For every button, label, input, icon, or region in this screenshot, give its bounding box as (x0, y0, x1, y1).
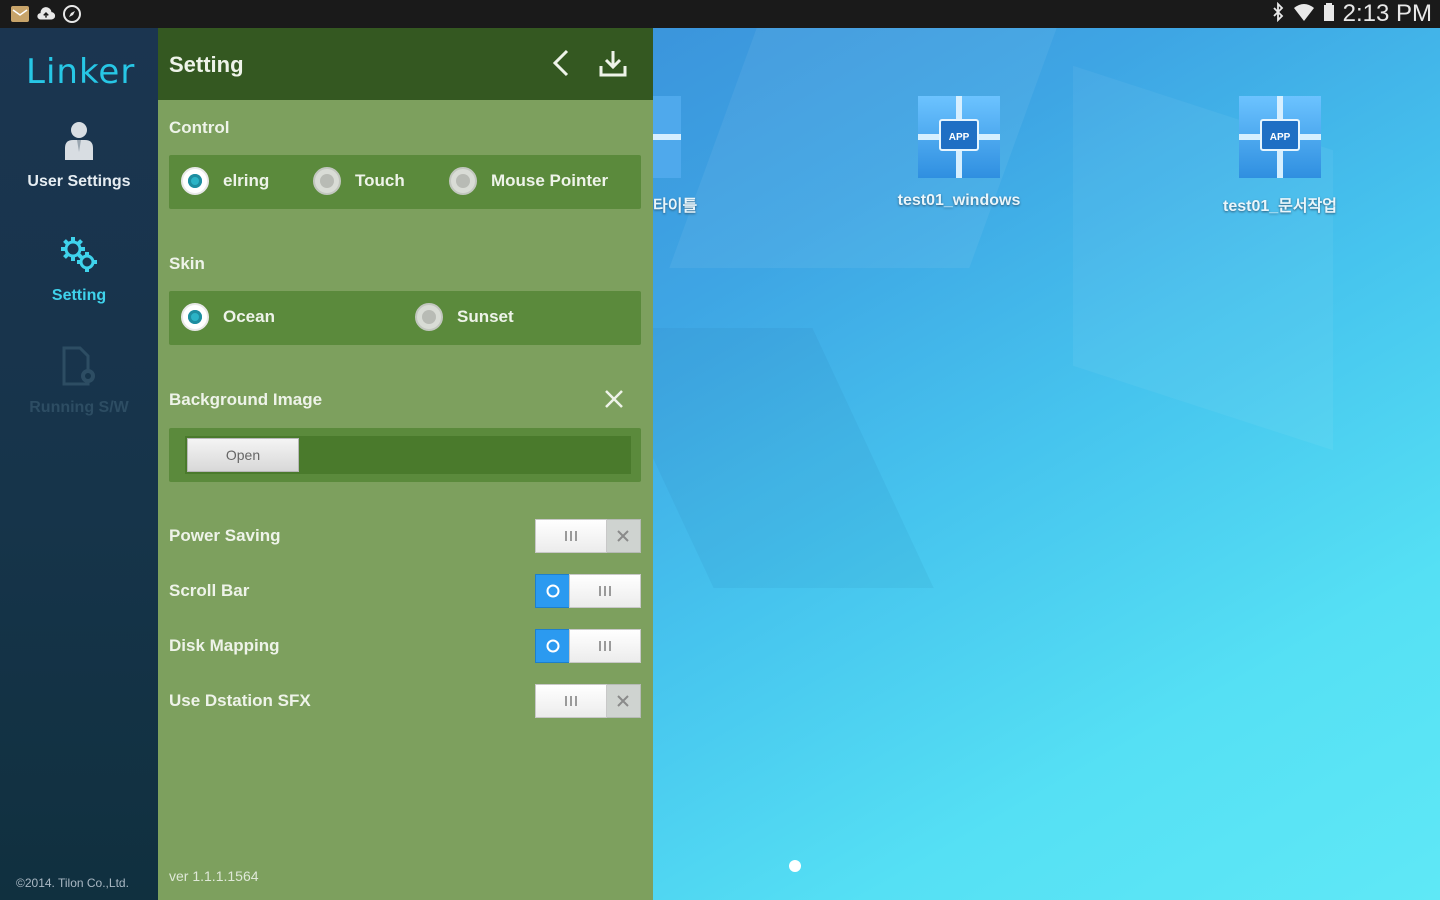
toggle-thumb (569, 629, 641, 663)
sidebar-item-setting[interactable]: Setting (0, 234, 158, 305)
app-icon-partial[interactable] (653, 96, 681, 178)
compass-icon (62, 4, 82, 24)
wifi-icon (1293, 2, 1315, 27)
radio-label: Ocean (223, 307, 275, 326)
disk-mapping-toggle[interactable] (535, 629, 641, 663)
back-button[interactable] (544, 48, 578, 82)
app-icon-label: test01_windows (897, 192, 1021, 209)
clock: 2:13 PM (1342, 0, 1432, 27)
toggle-on-track (535, 629, 571, 663)
status-bar: 2:13 PM (0, 0, 1440, 28)
sidebar-item-running-sw[interactable]: Running S/W (0, 346, 158, 417)
radio-unselected-icon (449, 167, 477, 195)
document-gear-icon (58, 346, 100, 393)
cloud-upload-icon (36, 4, 56, 24)
background-image-path: Open (185, 436, 631, 474)
svg-text:APP: APP (949, 132, 970, 143)
page-title: Setting (169, 52, 244, 77)
radio-selected-icon (181, 167, 209, 195)
system-tray: 2:13 PM (1271, 0, 1432, 28)
x-icon (617, 695, 629, 707)
toggle-thumb (569, 574, 641, 608)
background-image-label: Background Image (169, 390, 323, 409)
svg-text:APP: APP (1270, 132, 1291, 143)
background-image-picker: Open (169, 428, 641, 482)
copyright-text: ©2014. Tilon Co.,Ltd. (16, 876, 129, 890)
control-option-mouse-pointer[interactable]: Mouse Pointer (449, 167, 608, 195)
user-icon (61, 120, 97, 167)
skin-option-sunset[interactable]: Sunset (415, 303, 514, 331)
open-button[interactable]: Open (187, 438, 299, 472)
download-icon (598, 48, 628, 83)
clear-background-button[interactable] (599, 386, 629, 416)
dstation-sfx-toggle[interactable] (535, 684, 641, 718)
app-tile-icon: APP (1239, 96, 1321, 178)
x-icon (617, 530, 629, 542)
app-icon-label: test01_문서작업 (1222, 198, 1338, 215)
circle-icon (546, 584, 560, 598)
power-saving-toggle[interactable] (535, 519, 641, 553)
notification-icons (10, 4, 82, 24)
toggle-off-track (605, 684, 641, 718)
app-icon-test01-windows[interactable]: APP test01_windows (894, 96, 1024, 210)
close-icon (603, 388, 625, 415)
app-logo: Linker (26, 52, 136, 92)
control-option-elring[interactable]: elring (181, 167, 269, 195)
control-section-label: Control (169, 118, 230, 137)
radio-unselected-icon (415, 303, 443, 331)
app-sidebar: Linker User Settings Setting Running S/W… (0, 28, 158, 900)
sidebar-item-label: Setting (51, 287, 107, 304)
toggle-thumb (535, 684, 607, 718)
save-button[interactable] (596, 48, 630, 82)
sidebar-item-user-settings[interactable]: User Settings (0, 120, 158, 191)
wallpaper-facet (653, 328, 934, 588)
toggle-off-track (605, 519, 641, 553)
toggle-thumb (535, 519, 607, 553)
control-option-touch[interactable]: Touch (313, 167, 405, 195)
disk-mapping-label: Disk Mapping (169, 636, 280, 655)
app-tile-icon: APP (918, 96, 1000, 178)
radio-label: Touch (355, 171, 405, 190)
control-radio-group: elring Touch Mouse Pointer (169, 155, 641, 209)
chevron-left-icon (550, 48, 572, 83)
sidebar-item-label: Running S/W (29, 399, 129, 416)
radio-label: Sunset (457, 307, 514, 326)
mail-icon (10, 4, 30, 24)
desktop-area: 타이틀 APP test01_windows APP test01_문서작업 (653, 28, 1440, 900)
radio-label: Mouse Pointer (491, 171, 609, 190)
version-text: ver 1.1.1.1564 (169, 868, 259, 884)
page-indicator-dot[interactable] (789, 860, 801, 872)
panel-header: Setting (158, 28, 653, 100)
scroll-bar-toggle[interactable] (535, 574, 641, 608)
battery-icon (1323, 2, 1335, 27)
circle-icon (546, 639, 560, 653)
power-saving-label: Power Saving (169, 526, 281, 545)
settings-panel: Setting Control elring Touch Mouse Point… (158, 28, 653, 900)
skin-section-label: Skin (169, 254, 205, 273)
scroll-bar-label: Scroll Bar (169, 581, 250, 600)
toggle-on-track (535, 574, 571, 608)
gears-icon (58, 234, 100, 281)
bluetooth-icon (1271, 1, 1285, 27)
skin-radio-group: Ocean Sunset (169, 291, 641, 345)
app-icon-label: 타이틀 (653, 198, 698, 215)
skin-option-ocean[interactable]: Ocean (181, 303, 275, 331)
radio-selected-icon (181, 303, 209, 331)
dstation-sfx-label: Use Dstation SFX (169, 691, 311, 710)
app-icon-test01-document[interactable]: APP test01_문서작업 (1215, 96, 1345, 216)
radio-unselected-icon (313, 167, 341, 195)
radio-label: elring (223, 171, 270, 190)
sidebar-item-label: User Settings (27, 173, 131, 190)
